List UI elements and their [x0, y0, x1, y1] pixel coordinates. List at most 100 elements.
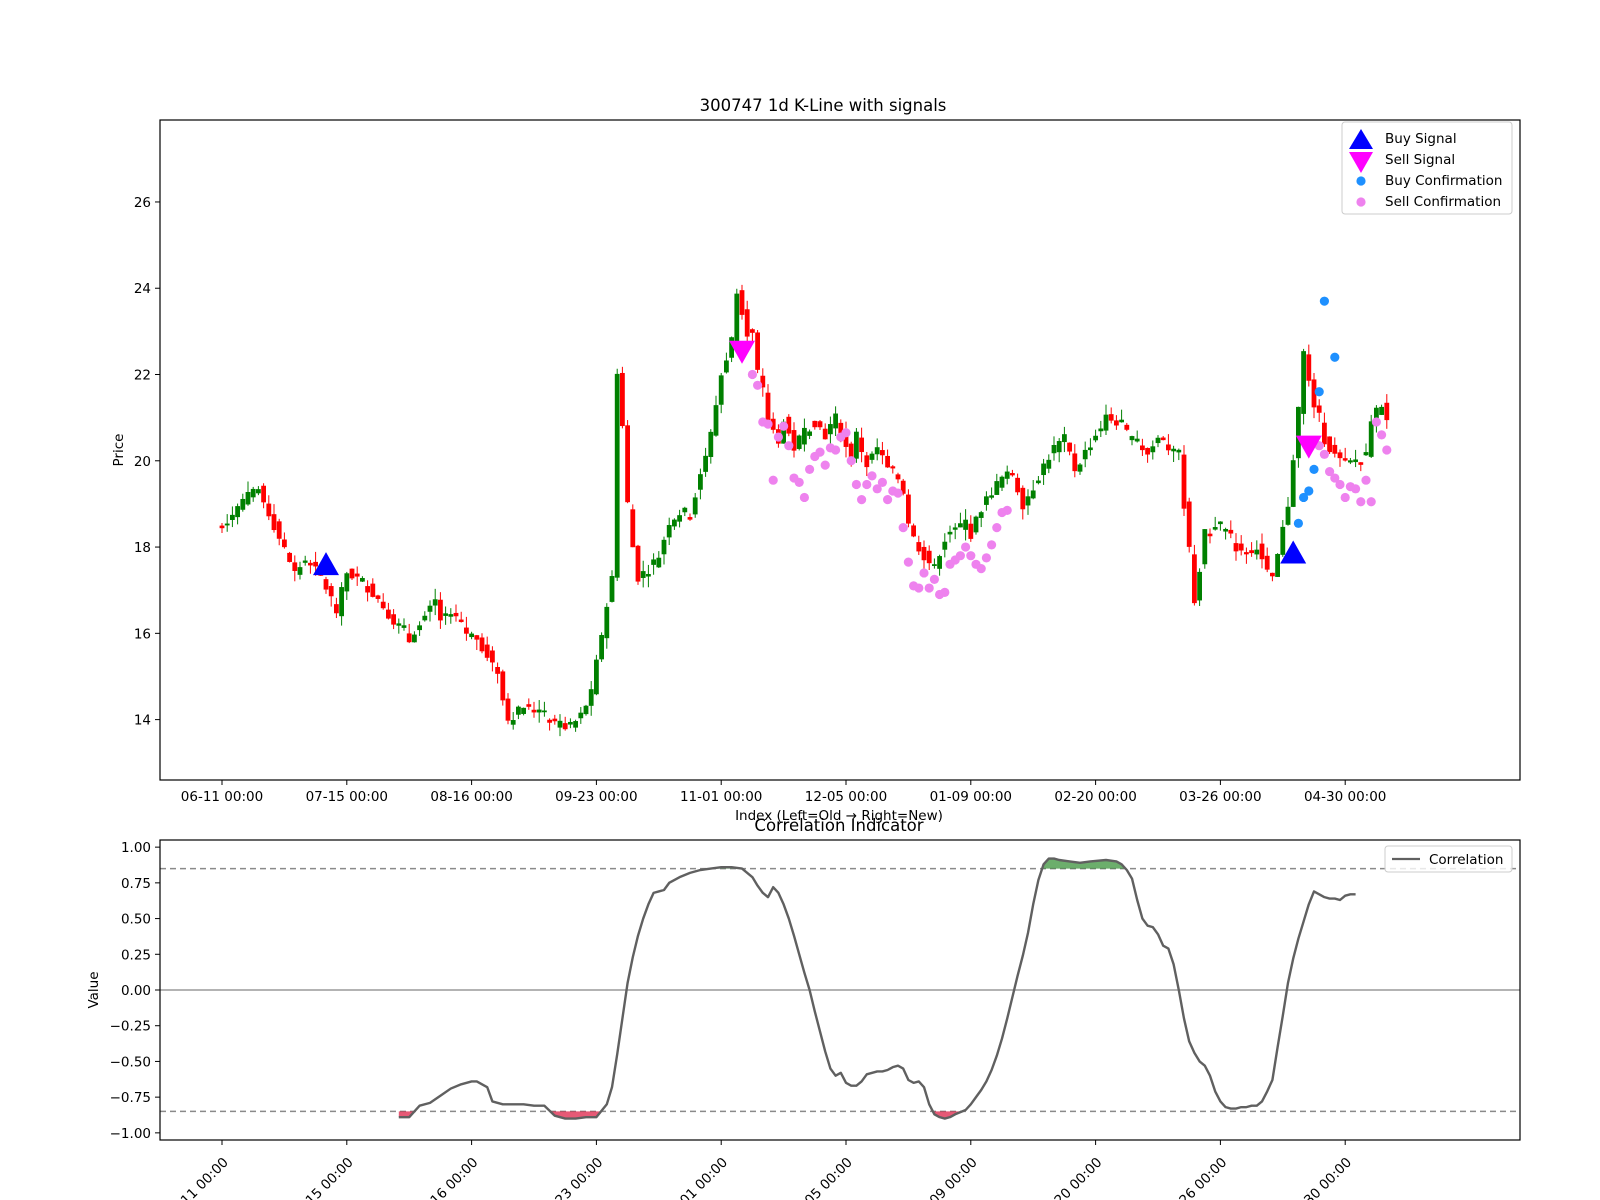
candle-body [1212, 527, 1218, 530]
kline-xtick-label: 08-16 00:00 [430, 789, 512, 805]
candle-body [1077, 464, 1083, 472]
candle-body [718, 375, 724, 405]
sell-confirmation-point [820, 460, 830, 470]
candle-body [1353, 459, 1358, 463]
candle-body [464, 627, 469, 634]
candle-body [256, 489, 261, 494]
candle-body [1290, 460, 1296, 507]
candle-body [937, 556, 942, 569]
candle-body [1254, 549, 1260, 555]
sell-confirmation-point [815, 447, 825, 457]
sell-confirmation-point [883, 495, 893, 505]
candle-body [547, 719, 552, 723]
candle-body [386, 609, 391, 619]
kline-xtick-label: 07-15 00:00 [306, 789, 388, 805]
sell-confirmation-point [862, 479, 872, 490]
candle-body [328, 586, 334, 597]
candle-body [245, 491, 251, 505]
candle-body [1140, 445, 1145, 451]
candle-body [656, 557, 662, 568]
correlation-ytick-label: −0.50 [110, 1054, 151, 1070]
candle-body [453, 612, 459, 617]
sell-confirmation-point [987, 540, 997, 550]
candle-body [370, 583, 376, 597]
sell-confirmation-point [768, 475, 778, 485]
candle-body [1192, 554, 1197, 604]
candle-body [1134, 438, 1140, 442]
candle-body [1015, 477, 1020, 493]
sell-confirmation-point [903, 557, 914, 567]
candle-body [583, 705, 589, 715]
candle-body [1233, 543, 1239, 552]
correlation-ytick-label: −0.75 [110, 1090, 151, 1106]
candle-body [417, 625, 422, 631]
candle-body [1244, 552, 1249, 555]
sell-confirmation-point [805, 464, 815, 475]
candle-body [438, 599, 443, 621]
candle-body [1337, 452, 1343, 459]
candle-body [588, 689, 594, 706]
candle-body [1145, 447, 1150, 455]
candle-body [724, 360, 729, 373]
candle-body [1296, 406, 1301, 459]
candle-body [942, 541, 948, 550]
candle-body [796, 435, 802, 449]
kline-ytick-label: 16 [134, 626, 151, 642]
candle-body [994, 481, 1000, 495]
candle-body [531, 709, 537, 713]
candle-body [698, 474, 703, 490]
candle-body [282, 539, 287, 548]
buy-confirmation-point [1304, 486, 1314, 496]
candle-body [1202, 529, 1208, 565]
candle-body [666, 525, 672, 538]
kline-legend: Buy Signal Sell Signal Buy Confirmation … [1341, 121, 1513, 215]
kline-xtick-label: 09-23 00:00 [555, 789, 637, 805]
candle-body [1020, 487, 1026, 510]
candle-body [932, 564, 937, 566]
candle-body [630, 509, 636, 548]
kline-xtick-label: 01-09 00:00 [930, 789, 1012, 805]
candle-body [412, 634, 417, 643]
sell-confirmation-point [857, 495, 867, 505]
candle-body [562, 723, 568, 730]
sell-confirmation-point [1366, 497, 1376, 507]
figure: 300747 1d K-Line with signals Price Inde… [86, 96, 1521, 1200]
candle-body [422, 615, 428, 621]
correlation-ytick-label: −0.25 [110, 1019, 151, 1035]
correlation-title: Correlation Indicator [754, 816, 923, 835]
sell-confirmation-point [794, 477, 804, 487]
candle-body [526, 704, 532, 707]
candle-body [573, 721, 578, 728]
sell-confirmation-point [753, 380, 763, 390]
candle-body [266, 503, 272, 517]
candle-body [895, 474, 901, 480]
sell-confirmation-point [851, 479, 862, 490]
sell-confirmation-point [1340, 492, 1350, 503]
candle-body [1088, 447, 1093, 451]
candle-body [614, 373, 620, 578]
candle-body [271, 514, 277, 531]
candle-body [1150, 446, 1156, 453]
correlation-xtick-label: 07-15 00:00 [287, 1155, 357, 1200]
candle-body [1155, 437, 1161, 444]
candle-body [1316, 405, 1322, 413]
correlation-axes: −1.00 −0.75 −0.50 −0.25 0.00 0.25 0.50 0.75 1.00… [110, 840, 1355, 1200]
candle-body [1025, 496, 1031, 506]
sell-confirmation-point [919, 568, 929, 578]
correlation-ylabel: Value [86, 971, 102, 1008]
buy-confirmation-point [1293, 518, 1303, 528]
candle-body [952, 527, 958, 530]
candle-body [1171, 448, 1176, 452]
candle-body [230, 514, 235, 520]
candle-body [1301, 351, 1306, 414]
candle-body [516, 706, 521, 715]
candle-body [1119, 419, 1124, 423]
candle-body [1285, 506, 1291, 525]
candle-body [1327, 436, 1332, 453]
kline-title: 300747 1d K-Line with signals [700, 96, 947, 115]
kline-ytick-label: 18 [134, 540, 151, 556]
correlation-ytick-label: 0.25 [121, 947, 151, 963]
candle-body [640, 571, 646, 578]
candle-body [1197, 571, 1202, 601]
candle-body [1124, 424, 1130, 430]
